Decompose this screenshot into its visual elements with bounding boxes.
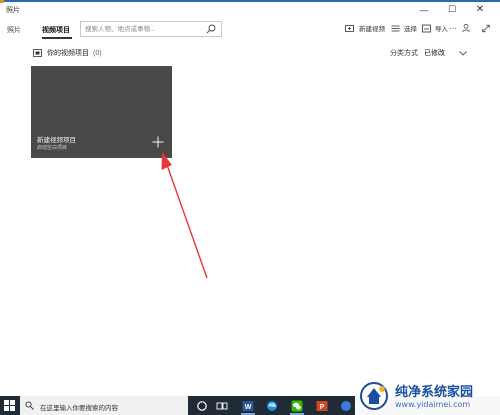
select-button[interactable]: 选择: [391, 22, 417, 34]
svg-text:P: P: [320, 404, 325, 411]
import-button[interactable]: 导入: [422, 22, 448, 34]
taskbar-search-box[interactable]: 在这里输入你要搜索的内容: [20, 396, 188, 415]
projects-title: 你的视频项目: [47, 50, 89, 57]
projects-header: 你的视频项目 (0): [33, 47, 102, 59]
search-box[interactable]: [80, 21, 222, 37]
minimize-button[interactable]: —: [410, 2, 438, 17]
close-button[interactable]: ✕: [466, 2, 494, 17]
word-icon[interactable]: W: [242, 400, 254, 412]
new-video-label: 新建视频: [359, 26, 385, 33]
tile-title: 新建视频项目: [37, 137, 76, 144]
import-icon: [422, 24, 431, 32]
task-view-icon[interactable]: [216, 400, 228, 412]
chevron-down-icon[interactable]: [458, 48, 468, 58]
new-video-button[interactable]: 新建视频: [345, 22, 385, 34]
wechat-icon[interactable]: [291, 400, 303, 412]
title-bar: 照片 — ☐ ✕: [0, 2, 500, 17]
tab-photos[interactable]: 照片: [7, 25, 21, 35]
expand-button[interactable]: [482, 22, 494, 34]
projects-count: (0): [93, 49, 102, 57]
app-icon[interactable]: [340, 400, 352, 412]
svg-text:W: W: [245, 404, 252, 411]
select-list-icon: [391, 25, 400, 31]
taskbar-search-text: 在这里输入你要搜索的内容: [40, 405, 118, 412]
select-label: 选择: [404, 26, 417, 33]
tab-video-projects[interactable]: 视频项目: [42, 25, 70, 35]
new-video-project-tile[interactable]: 新建视频项目 启动空白项目: [31, 66, 172, 158]
maximize-button[interactable]: ☐: [438, 2, 466, 17]
tile-subtitle: 启动空白项目: [37, 145, 68, 151]
search-input[interactable]: [85, 24, 205, 35]
video-project-icon: [33, 49, 42, 57]
new-video-icon: [345, 24, 354, 32]
watermark-url: www.yidaimei.com: [395, 400, 471, 409]
plus-icon[interactable]: [152, 136, 164, 148]
more-options-button[interactable]: ···: [447, 22, 459, 34]
account-icon: [462, 23, 470, 33]
annotation-arrow: [161, 152, 208, 279]
cortana-icon[interactable]: [196, 400, 208, 412]
watermark-site-name: 纯净系统家园: [395, 385, 474, 400]
account-button[interactable]: [462, 22, 474, 34]
powerpoint-icon[interactable]: P: [316, 400, 328, 412]
edge-icon[interactable]: [266, 400, 278, 412]
watermark-logo-icon: [360, 382, 388, 410]
search-icon: [25, 401, 34, 410]
site-watermark: 纯净系统家园 www.yidaimei.com: [355, 378, 500, 415]
search-icon[interactable]: [206, 24, 216, 34]
sort-dropdown[interactable]: 已修改: [424, 48, 445, 58]
app-title: 照片: [6, 7, 20, 14]
expand-icon: [482, 24, 490, 32]
sort-label: 分类方式: [390, 50, 418, 57]
active-tab-indicator: [42, 37, 72, 39]
windows-start-icon[interactable]: [4, 400, 15, 411]
